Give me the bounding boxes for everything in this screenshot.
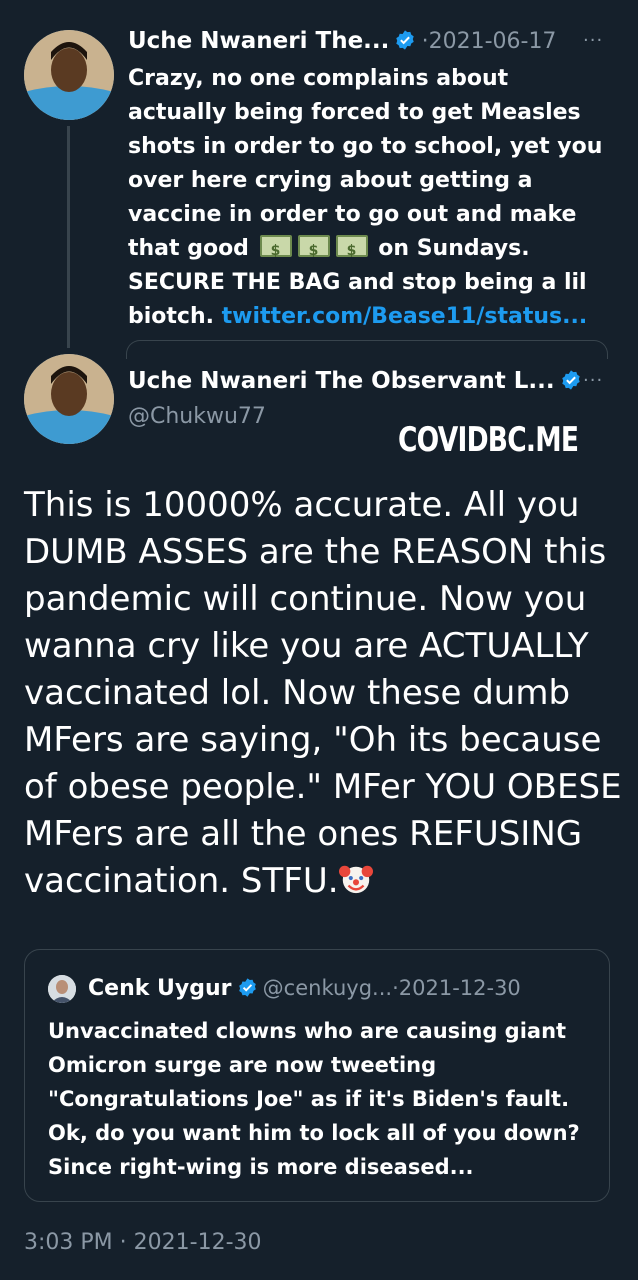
link-card[interactable] <box>126 340 608 359</box>
tweet-text: Crazy, no one complains about actually b… <box>128 66 603 261</box>
more-options-icon[interactable]: ··· <box>583 30 603 51</box>
tweet-timestamp[interactable]: 3:03 PM · 2021-12-30 <box>24 1230 262 1255</box>
reply-tweet-text: Crazy, no one complains about actually b… <box>128 62 606 334</box>
quoted-tweet-text: Unvaccinated clowns who are causing gian… <box>48 1019 580 1179</box>
verified-badge-icon <box>561 370 580 390</box>
tweet-date[interactable]: 2021-12-30 <box>399 976 521 1000</box>
avatar[interactable] <box>24 30 114 120</box>
main-tweet-text: This is 10000% accurate. All you DUMB AS… <box>24 482 624 905</box>
separator: · <box>392 976 399 1000</box>
author-handle[interactable]: @Chukwu77 <box>128 404 266 429</box>
author-handle[interactable]: @cenkuyg... <box>263 976 392 1000</box>
separator: · <box>119 1230 127 1255</box>
money-emoji-icon <box>335 234 368 268</box>
thread-line <box>67 126 70 348</box>
tweet-date: 2021-12-30 <box>133 1230 262 1255</box>
tweet-date[interactable]: 2021-06-17 <box>429 29 557 54</box>
tweet-link[interactable]: twitter.com/Bease11/status... <box>222 304 588 329</box>
watermark: COVIDBC.ME <box>398 420 579 460</box>
author-name[interactable]: Uche Nwaneri The... <box>128 28 389 54</box>
separator: · <box>421 29 429 54</box>
quoted-tweet-header: Cenk Uygur @cenkuyg...·2021-12-30 <box>88 976 521 1001</box>
avatar-photo-icon <box>24 354 114 444</box>
money-emoji-icon <box>297 234 330 268</box>
tweet-time: 3:03 PM <box>24 1230 113 1255</box>
author-name[interactable]: Uche Nwaneri The Observant L... <box>128 368 555 394</box>
verified-badge-icon <box>238 978 256 997</box>
money-emoji-icon <box>259 234 292 268</box>
reply-tweet-header: Uche Nwaneri The... ·2021-06-17 ··· <box>128 28 608 58</box>
clown-face-icon <box>338 865 373 894</box>
main-tweet-header: Uche Nwaneri The Observant L... ··· <box>128 368 608 394</box>
more-options-icon[interactable]: ··· <box>583 370 603 391</box>
author-name[interactable]: Cenk Uygur <box>88 976 231 1001</box>
verified-badge-icon <box>396 30 415 50</box>
tweet-text: This is 10000% accurate. All you DUMB AS… <box>24 485 622 901</box>
avatar-photo-icon <box>24 30 114 120</box>
avatar-photo-icon <box>48 975 76 1003</box>
avatar[interactable] <box>24 354 114 444</box>
avatar[interactable] <box>48 975 76 1003</box>
